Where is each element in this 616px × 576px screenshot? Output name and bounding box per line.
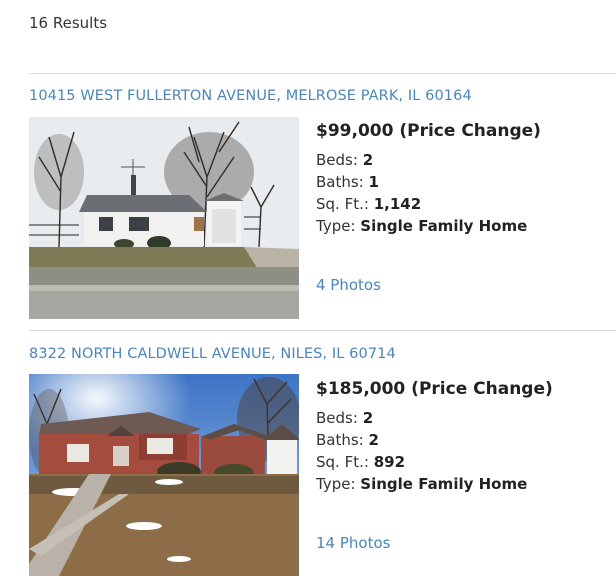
type-label: Type: [316,475,356,493]
sqft-value: 892 [373,453,406,471]
photos-link[interactable]: 4 Photos [316,276,381,294]
divider [29,73,616,74]
type-field: Type: Single Family Home [316,473,553,495]
sqft-label: Sq. Ft.: [316,195,369,213]
beds-field: Beds: 2 [316,407,553,429]
baths-value: 1 [368,173,379,191]
beds-label: Beds: [316,151,358,169]
baths-field: Baths: 1 [316,171,541,193]
type-label: Type: [316,217,356,235]
beds-value: 2 [362,409,374,427]
beds-value: 2 [362,151,374,169]
house-photo-2 [29,374,299,576]
listing-price: $185,000 (Price Change) [316,379,553,399]
beds-field: Beds: 2 [316,149,541,171]
listing-price: $99,000 (Price Change) [316,121,541,141]
sqft-value: 1,142 [373,195,422,213]
results-count: 16 Results [29,14,108,32]
baths-field: Baths: 2 [316,429,553,451]
house-photo-1 [29,117,299,319]
type-field: Type: Single Family Home [316,215,541,237]
sqft-field: Sq. Ft.: 892 [316,451,553,473]
baths-label: Baths: [316,173,364,191]
beds-label: Beds: [316,409,358,427]
baths-value: 2 [368,431,379,449]
listing-photo[interactable] [29,117,299,319]
divider [29,330,616,331]
type-value: Single Family Home [360,475,528,493]
listing-info: $185,000 (Price Change) Beds: 2 Baths: 2… [316,379,553,495]
baths-label: Baths: [316,431,364,449]
type-value: Single Family Home [360,217,528,235]
listing-photo[interactable] [29,374,299,576]
listing-info: $99,000 (Price Change) Beds: 2 Baths: 1 … [316,121,541,237]
sqft-field: Sq. Ft.: 1,142 [316,193,541,215]
photos-link[interactable]: 14 Photos [316,534,390,552]
listing-address-link[interactable]: 8322 NORTH CALDWELL AVENUE, NILES, IL 60… [29,346,396,362]
sqft-label: Sq. Ft.: [316,453,369,471]
listing-address-link[interactable]: 10415 WEST FULLERTON AVENUE, MELROSE PAR… [29,88,472,104]
